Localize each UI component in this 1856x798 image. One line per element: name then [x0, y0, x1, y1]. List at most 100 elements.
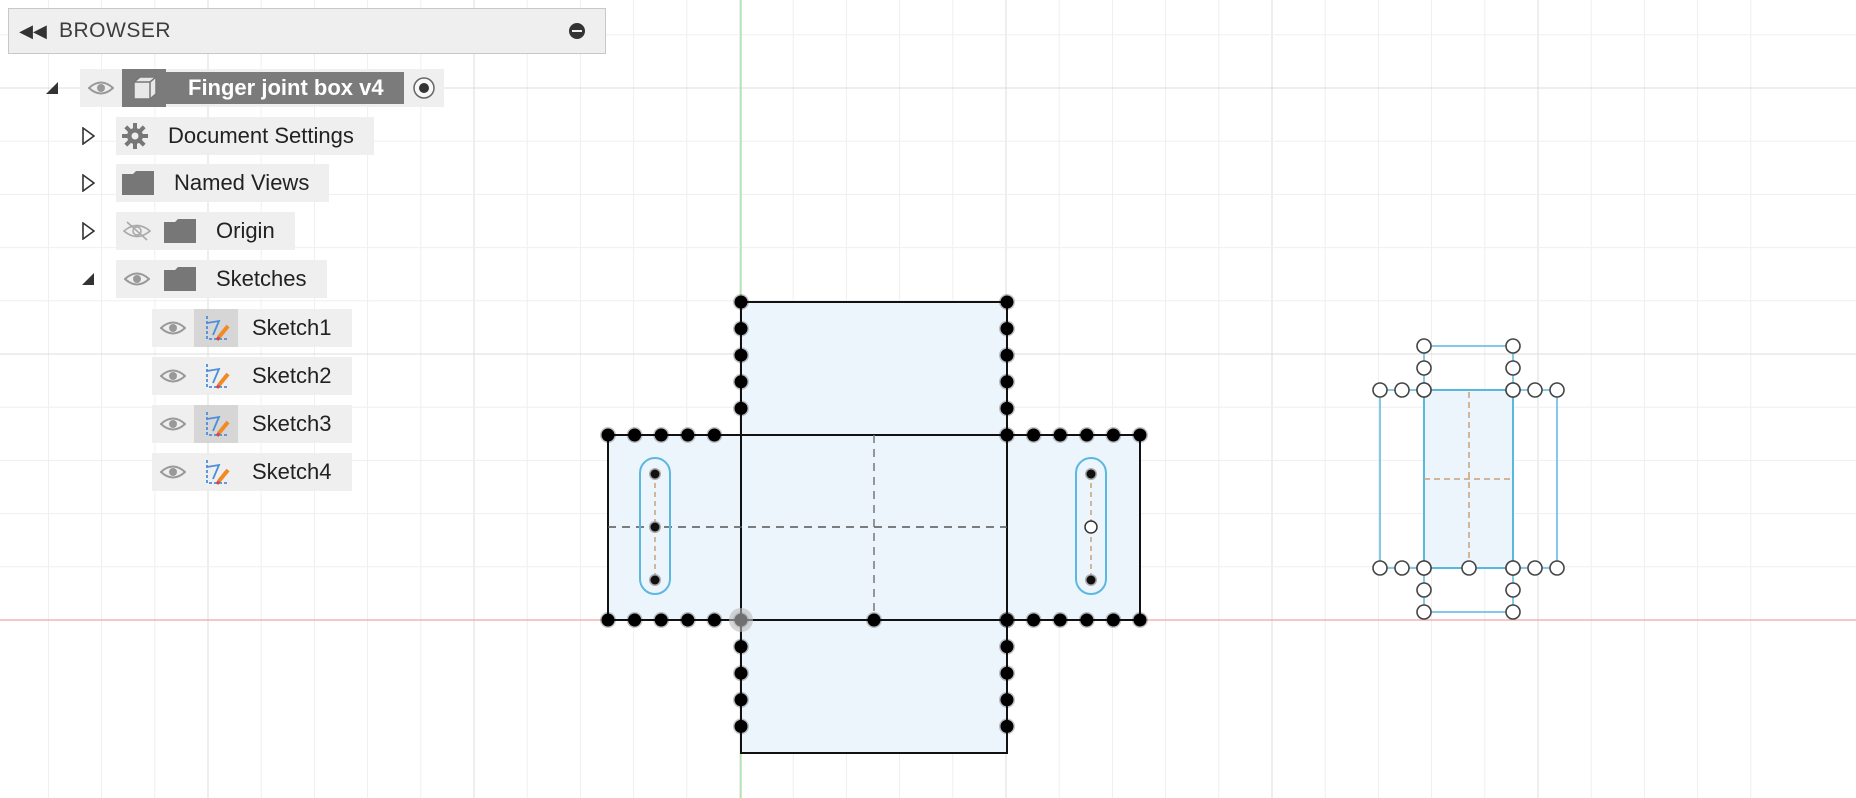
eye-icon	[88, 81, 114, 95]
visibility-toggle-sketch4[interactable]	[152, 453, 194, 491]
slot-point	[650, 522, 660, 532]
eye-hidden-icon	[122, 221, 152, 241]
sketch-icon	[194, 453, 238, 491]
sketch-point	[707, 613, 721, 627]
expand-toggle-document-settings[interactable]	[76, 124, 100, 148]
expand-toggle-named-views[interactable]	[76, 171, 100, 195]
sketch-point-hollow	[1527, 382, 1543, 398]
triangle-collapsed-icon	[82, 127, 95, 145]
collapse-panel-button[interactable]: ◀◀	[15, 9, 51, 53]
sketches-label: Sketches	[216, 266, 307, 291]
panel-title: BROWSER	[59, 19, 172, 42]
visibility-toggle-sketches[interactable]	[116, 260, 158, 298]
sketch-point	[1080, 613, 1094, 627]
named-views-chip[interactable]: Named Views	[116, 164, 330, 202]
sketch-point-hollow	[1461, 560, 1477, 576]
sketch-point	[867, 613, 881, 627]
sketch-point	[1000, 295, 1014, 309]
sketch-point-hollow	[1505, 382, 1521, 398]
sketch-point	[628, 428, 642, 442]
small-sketch-top-face	[1423, 345, 1514, 391]
component-icon	[122, 69, 166, 107]
sketch-point-hollow	[1416, 382, 1432, 398]
sketch-point	[734, 375, 748, 389]
visibility-toggle-sketch3[interactable]	[152, 405, 194, 443]
sketch-point-hollow	[1527, 560, 1543, 576]
triangle-collapsed-icon	[82, 174, 95, 192]
sketch-top-face	[740, 301, 1008, 436]
sketch-point	[1000, 322, 1014, 336]
sketch3-chip[interactable]: Sketch3	[152, 405, 352, 443]
tree-row-named-views[interactable]: Named Views	[76, 164, 330, 202]
tree-row-sketch4[interactable]: Sketch4	[152, 453, 352, 491]
sketch-point	[1133, 428, 1147, 442]
tree-row-sketch3[interactable]: Sketch3	[152, 405, 352, 443]
expand-toggle-origin[interactable]	[76, 219, 100, 243]
tree-row-origin[interactable]: Origin	[76, 212, 295, 250]
sketch-point-hollow	[1372, 560, 1388, 576]
sketch-point	[1080, 428, 1094, 442]
sketch1-label: Sketch1	[252, 315, 332, 340]
sketch-point-hollow	[1505, 338, 1521, 354]
visibility-toggle-sketch2[interactable]	[152, 357, 194, 395]
minimize-panel-button[interactable]	[569, 23, 585, 39]
sketches-chip[interactable]: Sketches	[116, 260, 327, 298]
sketch-point	[1106, 428, 1120, 442]
sketch-point-hollow	[1549, 382, 1565, 398]
sketch-point-hollow	[1394, 560, 1410, 576]
slot-point	[1086, 469, 1096, 479]
expand-toggle-sketches[interactable]	[76, 267, 100, 291]
sketch1-chip[interactable]: Sketch1	[152, 309, 352, 347]
sketch-icon	[194, 309, 238, 347]
box-sketch-small[interactable]	[1372, 338, 1565, 620]
sketch-point	[734, 666, 748, 680]
root-chip[interactable]: Finger joint box v4	[80, 69, 444, 107]
sketch-point	[1027, 428, 1041, 442]
sketch-point	[1000, 666, 1014, 680]
sketch2-label: Sketch2	[252, 363, 332, 388]
visibility-toggle-root[interactable]	[80, 69, 122, 107]
double-chevron-left-icon: ◀◀	[19, 20, 47, 41]
sketch-point-hollow	[1505, 604, 1521, 620]
tree-row-sketch1[interactable]: Sketch1	[152, 309, 352, 347]
sketch-point	[1000, 613, 1014, 627]
document-settings-chip[interactable]: Document Settings	[116, 117, 374, 155]
sketch4-chip[interactable]: Sketch4	[152, 453, 352, 491]
sketch-point-hollow	[1549, 560, 1565, 576]
sketch-point	[1000, 693, 1014, 707]
sketch4-label: Sketch4	[252, 459, 332, 484]
origin-point-highlight	[729, 608, 753, 632]
sketch-point	[1000, 640, 1014, 654]
sketch-point	[734, 295, 748, 309]
tree-row-document-settings[interactable]: Document Settings	[76, 117, 374, 155]
origin-label: Origin	[216, 218, 275, 243]
visibility-toggle-origin[interactable]	[116, 212, 158, 250]
sketch-point	[601, 613, 615, 627]
tree-row-sketches[interactable]: Sketches	[76, 260, 327, 298]
sketch-point	[734, 348, 748, 362]
sketch-point-hollow	[1416, 360, 1432, 376]
tree-root-row[interactable]: Finger joint box v4	[40, 69, 444, 107]
origin-chip[interactable]: Origin	[116, 212, 295, 250]
sketch-point	[734, 322, 748, 336]
sketch-point	[734, 640, 748, 654]
folder-icon	[116, 164, 160, 202]
sketch-point-hollow	[1416, 604, 1432, 620]
folder-icon	[158, 260, 202, 298]
sketch-point	[1106, 613, 1120, 627]
eye-icon	[160, 321, 186, 335]
sketch-point	[1000, 401, 1014, 415]
sketch-point-hollow	[1505, 360, 1521, 376]
eye-icon	[160, 369, 186, 383]
triangle-collapsed-icon	[82, 222, 95, 240]
activate-component-radio[interactable]	[404, 69, 444, 107]
sketch-point	[1053, 428, 1067, 442]
sketch-point-hollow	[1505, 560, 1521, 576]
eye-icon	[160, 465, 186, 479]
expand-toggle-root[interactable]	[40, 76, 64, 100]
tree-row-sketch2[interactable]: Sketch2	[152, 357, 352, 395]
eye-icon	[160, 417, 186, 431]
box-sketch-main[interactable]	[600, 294, 1148, 754]
sketch2-chip[interactable]: Sketch2	[152, 357, 352, 395]
visibility-toggle-sketch1[interactable]	[152, 309, 194, 347]
